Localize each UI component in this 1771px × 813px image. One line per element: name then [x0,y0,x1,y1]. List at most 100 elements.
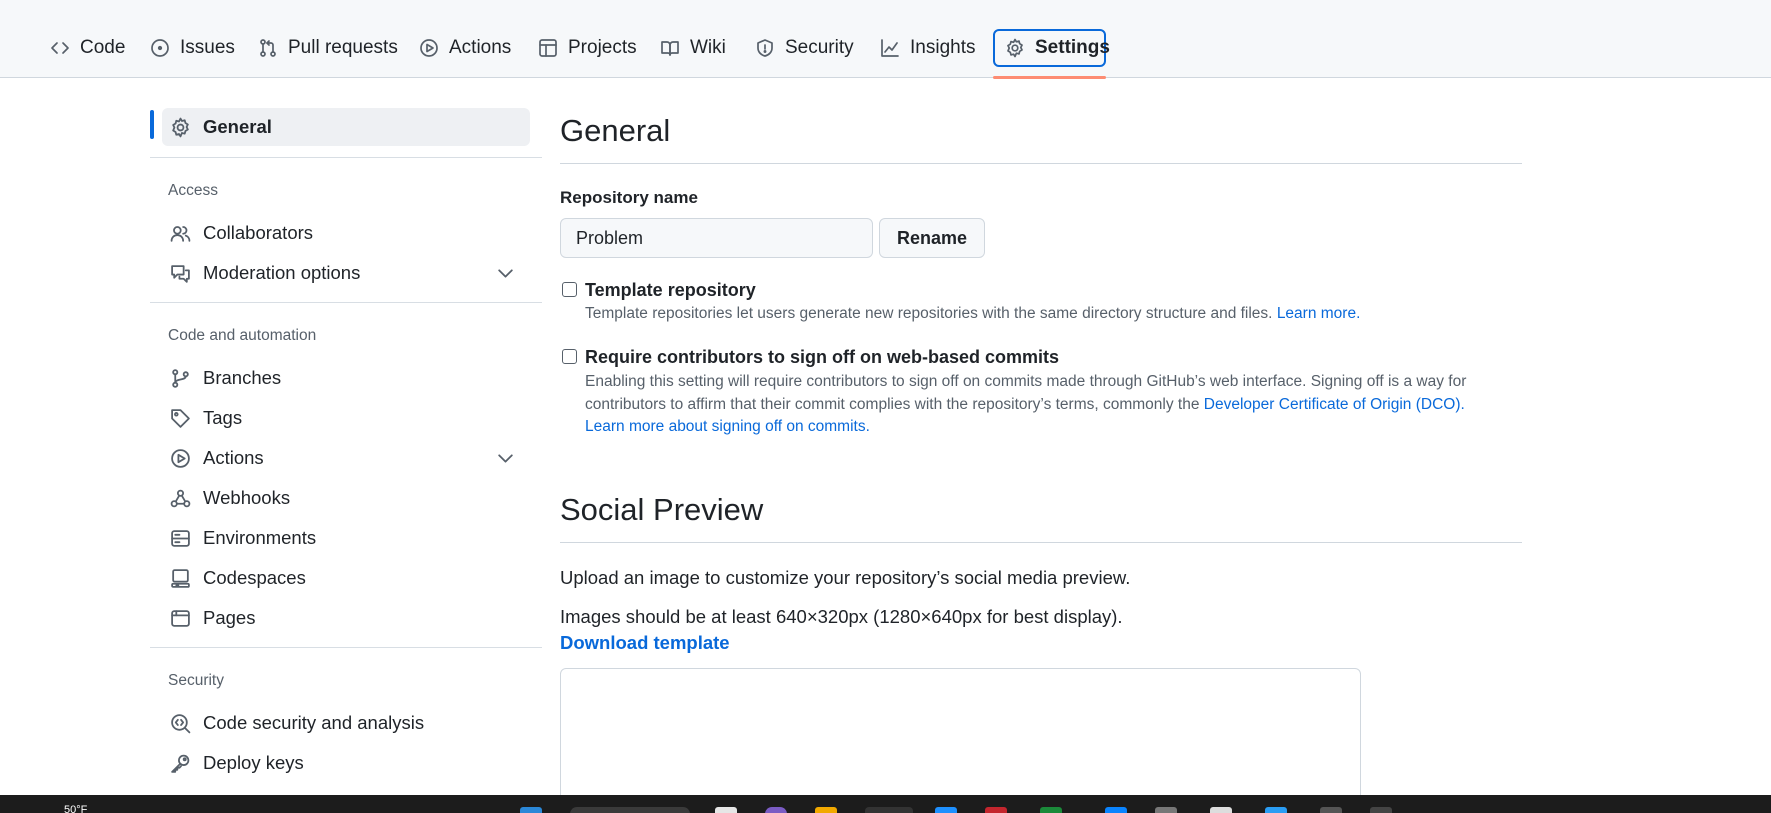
general-heading: General [560,113,671,148]
tab-label: Insights [910,37,976,58]
sidebar-item-label: Code security and analysis [203,712,425,733]
tab-label: Pull requests [288,37,398,58]
tab-insights[interactable]: Insights [870,28,985,68]
sidebar-item-label: Environments [203,527,317,548]
taskbar-app-icon[interactable] [1155,807,1177,813]
tab-label: Wiki [690,37,726,58]
heading-divider [560,542,1522,543]
signoff-learn-more-link[interactable]: Learn more about signing off on commits. [585,418,870,435]
tab-security[interactable]: Security [745,28,864,68]
repo-nav: Code Issues Pull requests Actions Projec… [0,0,1771,79]
template-repo-checkbox[interactable] [562,282,577,297]
tab-actions[interactable]: Actions [409,28,521,68]
sidebar-divider [150,157,542,158]
social-preview-image-box[interactable] [560,668,1361,808]
tab-settings[interactable]: Settings [993,29,1110,67]
signoff-checkbox[interactable] [562,349,577,364]
tab-label: Projects [568,37,637,58]
template-repo-desc-text: Template repositories let users generate… [585,305,1273,322]
code-icon [51,42,69,54]
sidebar-item-collaborators[interactable]: Collaborators [150,214,530,252]
sidebar-item-label: General [203,116,272,137]
sidebar-item-general[interactable]: General [162,108,530,146]
sidebar-divider [150,302,542,303]
tab-issues[interactable]: Issues [140,28,245,68]
tab-code[interactable]: Code [40,28,135,68]
sidebar-item-label: Deploy keys [203,752,304,773]
rename-button[interactable]: Rename [879,218,985,258]
sidebar-item-tags[interactable]: Tags [150,399,530,437]
social-preview-requirements: Images should be at least 640×320px (128… [560,606,1123,627]
taskbar-app-icon[interactable] [815,807,837,813]
comment-discussion-icon [171,264,190,283]
dco-link[interactable]: Developer Certificate of Origin (DCO). [1204,396,1465,413]
sidebar-item-label: Actions [203,447,264,468]
gear-icon [1007,38,1023,58]
social-preview-description: Upload an image to customize your reposi… [560,567,1131,588]
gear-icon [172,117,189,137]
browser-icon [171,609,190,627]
sidebar-heading-code-automation: Code and automation [168,327,317,344]
social-preview-heading: Social Preview [560,492,764,527]
tab-label: Code [80,37,126,58]
sidebar-item-label: Moderation options [203,262,361,283]
people-icon [170,225,191,242]
taskbar-app-icon[interactable] [1320,807,1342,813]
taskbar-app-icon[interactable] [1105,807,1127,813]
taskbar-search-icon[interactable] [570,807,690,813]
tab-wiki[interactable]: Wiki [650,28,736,68]
signoff-description: Enabling this setting will require contr… [585,371,1490,439]
taskbar-app-icon[interactable] [1040,807,1062,813]
chevron-down-icon [498,454,513,463]
tab-projects[interactable]: Projects [528,28,647,68]
taskbar-app-icon[interactable] [1210,807,1232,813]
taskbar-app-icon[interactable] [865,807,913,813]
download-template-link[interactable]: Download template [560,632,730,654]
play-icon [171,448,190,468]
sidebar-item-code-security[interactable]: Code security and analysis [150,704,530,742]
codescan-icon [171,713,191,733]
tab-label: Settings [1035,37,1110,58]
play-icon [420,39,438,57]
os-taskbar: 50°F [0,795,1771,813]
taskbar-app-icon[interactable] [935,807,957,813]
sidebar-item-actions[interactable]: Actions [150,439,530,477]
server-icon [171,529,190,547]
sidebar-item-pages[interactable]: Pages [150,599,530,637]
sidebar-heading-security: Security [168,672,224,689]
tab-pull-requests[interactable]: Pull requests [248,28,408,68]
sidebar-item-label: Webhooks [203,487,291,508]
sidebar-item-branches[interactable]: Branches [150,359,530,397]
taskbar-app-icon[interactable] [715,807,737,813]
issue-opened-icon [151,39,169,57]
template-repo-title: Template repository [585,280,756,300]
heading-divider [560,163,1522,164]
tag-icon [171,408,190,428]
repo-name-input[interactable] [560,218,873,258]
taskbar-app-icon[interactable] [985,807,1007,813]
graph-icon [881,39,899,57]
sidebar-item-label: Tags [203,407,243,428]
taskbar-app-icon[interactable] [1370,807,1392,813]
start-icon[interactable] [520,807,542,813]
table-icon [539,39,557,57]
weather-widget[interactable]: 50°F [64,804,87,813]
sidebar-item-codespaces[interactable]: Codespaces [150,559,530,597]
sidebar-item-webhooks[interactable]: Webhooks [150,479,530,517]
git-pull-request-icon [260,39,276,57]
repo-name-label: Repository name [560,188,698,207]
sidebar-heading-access: Access [168,182,218,199]
sidebar-item-deploy-keys[interactable]: Deploy keys [150,744,530,782]
template-repo-description: Template repositories let users generate… [585,303,1490,326]
key-icon [171,754,190,773]
webhook-icon [170,489,191,507]
sidebar-item-environments[interactable]: Environments [150,519,530,557]
active-indicator [150,110,154,139]
taskbar-app-icon[interactable] [1265,807,1287,813]
taskbar-app-icon[interactable] [765,807,787,813]
shield-icon [757,39,773,57]
sidebar-divider [150,647,542,648]
tab-label: Issues [180,37,235,58]
learn-more-link[interactable]: Learn more. [1277,305,1361,322]
sidebar-item-moderation-options[interactable]: Moderation options [150,254,530,292]
